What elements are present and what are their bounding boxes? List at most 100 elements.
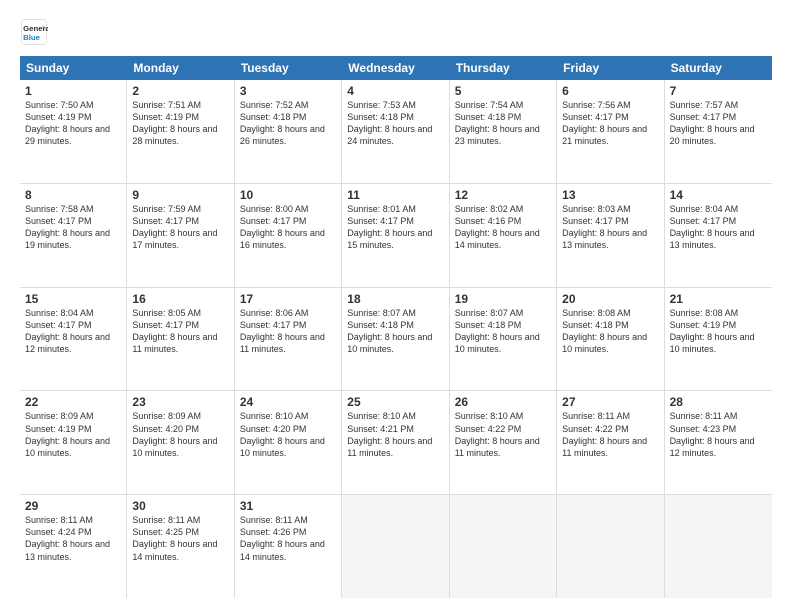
calendar-week-row: 29 Sunrise: 8:11 AM Sunset: 4:24 PM Dayl… [20,495,772,598]
day-info: Sunrise: 8:03 AM Sunset: 4:17 PM Dayligh… [562,203,658,252]
day-info: Sunrise: 8:07 AM Sunset: 4:18 PM Dayligh… [455,307,551,356]
day-info: Sunrise: 8:07 AM Sunset: 4:18 PM Dayligh… [347,307,443,356]
calendar-header-cell: Friday [557,56,664,80]
day-info: Sunrise: 8:11 AM Sunset: 4:22 PM Dayligh… [562,410,658,459]
calendar-cell [450,495,557,598]
calendar-header-cell: Sunday [20,56,127,80]
calendar-cell: 21 Sunrise: 8:08 AM Sunset: 4:19 PM Dayl… [665,288,772,391]
calendar-week-row: 22 Sunrise: 8:09 AM Sunset: 4:19 PM Dayl… [20,391,772,495]
day-info: Sunrise: 7:52 AM Sunset: 4:18 PM Dayligh… [240,99,336,148]
day-info: Sunrise: 7:53 AM Sunset: 4:18 PM Dayligh… [347,99,443,148]
day-info: Sunrise: 8:11 AM Sunset: 4:23 PM Dayligh… [670,410,767,459]
calendar-week-row: 8 Sunrise: 7:58 AM Sunset: 4:17 PM Dayli… [20,184,772,288]
svg-text:General: General [23,24,48,33]
calendar-cell: 2 Sunrise: 7:51 AM Sunset: 4:19 PM Dayli… [127,80,234,183]
calendar-cell: 13 Sunrise: 8:03 AM Sunset: 4:17 PM Dayl… [557,184,664,287]
day-number: 11 [347,188,443,202]
calendar-cell [665,495,772,598]
calendar-cell: 23 Sunrise: 8:09 AM Sunset: 4:20 PM Dayl… [127,391,234,494]
day-number: 7 [670,84,767,98]
day-number: 14 [670,188,767,202]
page: General Blue SundayMondayTuesdayWednesda… [0,0,792,612]
calendar-cell [342,495,449,598]
day-number: 30 [132,499,228,513]
day-info: Sunrise: 8:10 AM Sunset: 4:22 PM Dayligh… [455,410,551,459]
calendar-header-cell: Saturday [665,56,772,80]
calendar-cell: 29 Sunrise: 8:11 AM Sunset: 4:24 PM Dayl… [20,495,127,598]
calendar-cell: 18 Sunrise: 8:07 AM Sunset: 4:18 PM Dayl… [342,288,449,391]
day-info: Sunrise: 7:58 AM Sunset: 4:17 PM Dayligh… [25,203,121,252]
day-info: Sunrise: 8:11 AM Sunset: 4:26 PM Dayligh… [240,514,336,563]
day-number: 21 [670,292,767,306]
day-number: 2 [132,84,228,98]
day-info: Sunrise: 8:04 AM Sunset: 4:17 PM Dayligh… [25,307,121,356]
day-number: 6 [562,84,658,98]
calendar-cell: 24 Sunrise: 8:10 AM Sunset: 4:20 PM Dayl… [235,391,342,494]
calendar-cell: 15 Sunrise: 8:04 AM Sunset: 4:17 PM Dayl… [20,288,127,391]
day-info: Sunrise: 8:11 AM Sunset: 4:25 PM Dayligh… [132,514,228,563]
day-number: 27 [562,395,658,409]
calendar-header-cell: Wednesday [342,56,449,80]
day-info: Sunrise: 7:54 AM Sunset: 4:18 PM Dayligh… [455,99,551,148]
day-number: 18 [347,292,443,306]
calendar-cell: 11 Sunrise: 8:01 AM Sunset: 4:17 PM Dayl… [342,184,449,287]
day-number: 1 [25,84,121,98]
calendar-cell: 16 Sunrise: 8:05 AM Sunset: 4:17 PM Dayl… [127,288,234,391]
day-number: 23 [132,395,228,409]
day-info: Sunrise: 8:10 AM Sunset: 4:20 PM Dayligh… [240,410,336,459]
calendar-cell [557,495,664,598]
day-number: 19 [455,292,551,306]
day-number: 5 [455,84,551,98]
calendar-week-row: 1 Sunrise: 7:50 AM Sunset: 4:19 PM Dayli… [20,80,772,184]
day-number: 4 [347,84,443,98]
calendar-cell: 27 Sunrise: 8:11 AM Sunset: 4:22 PM Dayl… [557,391,664,494]
day-number: 10 [240,188,336,202]
day-info: Sunrise: 8:01 AM Sunset: 4:17 PM Dayligh… [347,203,443,252]
day-info: Sunrise: 8:08 AM Sunset: 4:18 PM Dayligh… [562,307,658,356]
calendar-header-cell: Tuesday [235,56,342,80]
day-info: Sunrise: 8:08 AM Sunset: 4:19 PM Dayligh… [670,307,767,356]
calendar-cell: 12 Sunrise: 8:02 AM Sunset: 4:16 PM Dayl… [450,184,557,287]
day-number: 16 [132,292,228,306]
calendar-cell: 9 Sunrise: 7:59 AM Sunset: 4:17 PM Dayli… [127,184,234,287]
calendar-cell: 30 Sunrise: 8:11 AM Sunset: 4:25 PM Dayl… [127,495,234,598]
day-number: 22 [25,395,121,409]
calendar-cell: 5 Sunrise: 7:54 AM Sunset: 4:18 PM Dayli… [450,80,557,183]
day-number: 13 [562,188,658,202]
day-info: Sunrise: 8:10 AM Sunset: 4:21 PM Dayligh… [347,410,443,459]
day-number: 25 [347,395,443,409]
calendar-cell: 3 Sunrise: 7:52 AM Sunset: 4:18 PM Dayli… [235,80,342,183]
calendar-header-cell: Monday [127,56,234,80]
day-info: Sunrise: 8:04 AM Sunset: 4:17 PM Dayligh… [670,203,767,252]
day-info: Sunrise: 7:59 AM Sunset: 4:17 PM Dayligh… [132,203,228,252]
day-info: Sunrise: 8:05 AM Sunset: 4:17 PM Dayligh… [132,307,228,356]
day-info: Sunrise: 7:51 AM Sunset: 4:19 PM Dayligh… [132,99,228,148]
day-number: 29 [25,499,121,513]
calendar-cell: 4 Sunrise: 7:53 AM Sunset: 4:18 PM Dayli… [342,80,449,183]
day-number: 31 [240,499,336,513]
calendar-cell: 1 Sunrise: 7:50 AM Sunset: 4:19 PM Dayli… [20,80,127,183]
day-info: Sunrise: 7:50 AM Sunset: 4:19 PM Dayligh… [25,99,121,148]
day-number: 20 [562,292,658,306]
calendar-cell: 31 Sunrise: 8:11 AM Sunset: 4:26 PM Dayl… [235,495,342,598]
day-info: Sunrise: 8:11 AM Sunset: 4:24 PM Dayligh… [25,514,121,563]
day-info: Sunrise: 8:09 AM Sunset: 4:19 PM Dayligh… [25,410,121,459]
day-info: Sunrise: 8:09 AM Sunset: 4:20 PM Dayligh… [132,410,228,459]
calendar-body: 1 Sunrise: 7:50 AM Sunset: 4:19 PM Dayli… [20,80,772,598]
calendar-cell: 25 Sunrise: 8:10 AM Sunset: 4:21 PM Dayl… [342,391,449,494]
day-number: 15 [25,292,121,306]
calendar-cell: 26 Sunrise: 8:10 AM Sunset: 4:22 PM Dayl… [450,391,557,494]
calendar-week-row: 15 Sunrise: 8:04 AM Sunset: 4:17 PM Dayl… [20,288,772,392]
day-number: 28 [670,395,767,409]
calendar-cell: 22 Sunrise: 8:09 AM Sunset: 4:19 PM Dayl… [20,391,127,494]
day-number: 3 [240,84,336,98]
calendar-cell: 10 Sunrise: 8:00 AM Sunset: 4:17 PM Dayl… [235,184,342,287]
logo: General Blue [20,18,52,46]
day-info: Sunrise: 8:06 AM Sunset: 4:17 PM Dayligh… [240,307,336,356]
day-number: 8 [25,188,121,202]
calendar-cell: 28 Sunrise: 8:11 AM Sunset: 4:23 PM Dayl… [665,391,772,494]
calendar-cell: 7 Sunrise: 7:57 AM Sunset: 4:17 PM Dayli… [665,80,772,183]
day-number: 26 [455,395,551,409]
calendar-cell: 19 Sunrise: 8:07 AM Sunset: 4:18 PM Dayl… [450,288,557,391]
logo-icon: General Blue [20,18,48,46]
